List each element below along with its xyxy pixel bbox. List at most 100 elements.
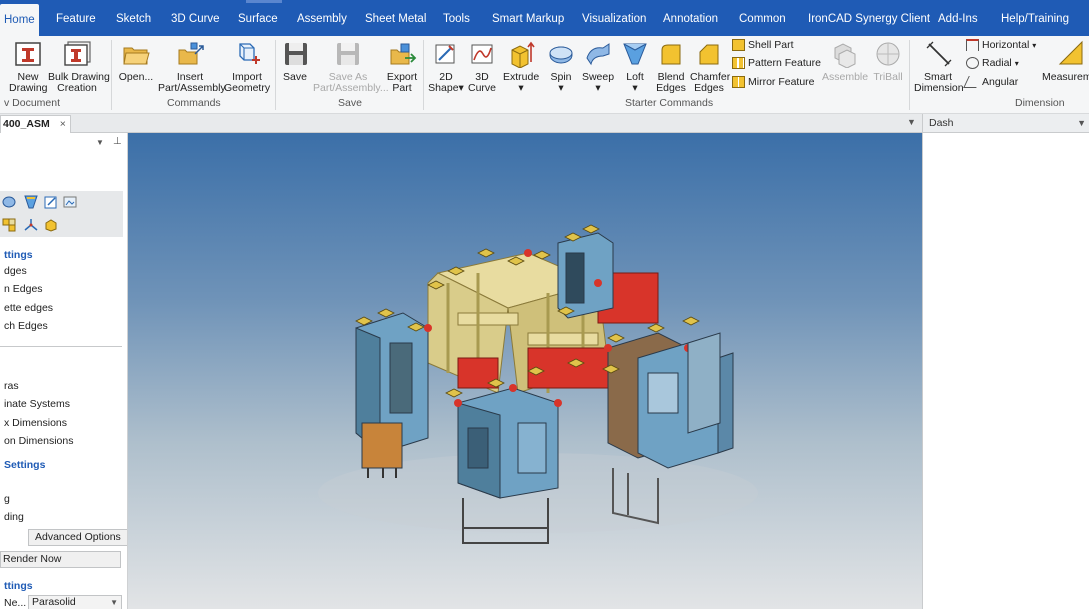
option-shading[interactable]: ding [4,511,24,523]
axis-tool-icon[interactable] [24,218,38,232]
triball-label: TriBall [873,71,903,83]
option-position-dimensions[interactable]: on Dimensions [4,435,73,447]
tab-visualization[interactable]: Visualization [582,0,646,36]
sweep-button[interactable]: Sweep ▾ [581,40,615,94]
render-now-button[interactable]: Render Now [0,551,121,568]
shell-part-button[interactable]: Shell Part [732,39,794,51]
open-button[interactable]: Open... [117,40,155,83]
save-button[interactable]: Save [281,40,309,83]
angular-dimension-button[interactable]: Angular [963,76,1018,88]
part-tool-icon[interactable] [44,218,58,232]
spin-tool-icon[interactable] [2,195,16,209]
spin-button[interactable]: Spin ▾ [545,40,577,94]
advanced-options-button[interactable]: Advanced Options [28,529,127,546]
tab-home[interactable]: Home [0,4,39,36]
option-coordinate-systems[interactable]: inate Systems [4,398,70,410]
pattern-feature-button[interactable]: Pattern Feature [732,57,821,69]
tab-ironcad-synergy-client[interactable]: IronCAD Synergy Client [808,0,930,36]
save-as-part-assembly-button[interactable]: Save As Part/Assembly... [313,40,389,94]
horizontal-dimension-button[interactable]: Horizontal ▾ [966,39,1036,51]
save-as-label: Save As Part/Assembly... [313,71,389,94]
blend-edges-label: Blend Edges [656,71,686,94]
format-select-value: Parasolid [32,596,76,608]
new-drawing-button[interactable]: New Drawing [9,40,48,94]
shell-part-icon [732,39,745,51]
chamfer-edges-icon [699,44,719,65]
group-label-starter-commands: Starter Commands [625,97,714,109]
option-box-dimensions[interactable]: x Dimensions [4,417,67,429]
assembly-tool-icon[interactable] [2,218,16,232]
chevron-down-icon[interactable]: ▼ [1077,114,1086,133]
2d-shape-icon [435,44,455,64]
tab-feature[interactable]: Feature [56,0,96,36]
close-tab-icon[interactable]: × [60,118,66,130]
smart-dimension-button[interactable]: Smart Dimension [914,40,964,94]
bulk-drawing-icon [64,41,91,66]
extrude-icon [511,41,535,68]
import-geometry-button[interactable]: Import Geometry [224,40,270,94]
tab-common[interactable]: Common [739,0,786,36]
tab-smart-markup[interactable]: Smart Markup [492,0,564,36]
import-geometry-label: Import Geometry [224,71,271,94]
3d-curve-button[interactable]: 3D Curve [467,40,497,94]
option-edges[interactable]: dges [4,265,27,277]
tab-surface[interactable]: Surface [238,0,278,36]
pattern-feature-icon [732,57,745,69]
dash-panel-header[interactable]: Dash ▼ [923,114,1089,133]
group-label-dimension: Dimension [1015,97,1065,109]
document-tab-strip [0,114,922,133]
save-disk-icon [285,43,307,65]
tab-add-ins[interactable]: Add-Ins [938,0,978,36]
save-label: Save [283,71,307,83]
ribbon-separator [909,40,910,110]
option-smooth-edges[interactable]: n Edges [4,283,43,295]
display-settings-heading: ttings [4,249,33,261]
tab-tools[interactable]: Tools [443,0,470,36]
export-part-label: Export Part [386,71,418,94]
document-tab[interactable]: 400_ASM × [0,115,71,133]
image-tool-icon[interactable] [63,195,77,209]
triball-button[interactable]: TriBall [872,40,904,83]
2d-shape-button[interactable]: 2D Shape▾ [428,40,464,94]
radial-dimension-button[interactable]: Radial ▾ [966,57,1019,69]
panel-dropdown-icon[interactable]: ▼ [96,138,104,147]
tab-sketch[interactable]: Sketch [116,0,151,36]
mirror-feature-icon [732,76,745,88]
assemble-button[interactable]: Assemble [822,40,868,83]
export-part-button[interactable]: Export Part [386,40,418,94]
bulk-drawing-label: Bulk Drawing Creation [48,71,110,94]
loft-button[interactable]: Loft ▾ [620,40,650,94]
3d-curve-label: 3D Curve [467,71,496,94]
tab-help-training[interactable]: Help/Training [1001,0,1069,36]
3d-viewport[interactable] [128,133,922,609]
loft-tool-icon[interactable] [24,195,38,209]
bulk-drawing-creation-button[interactable]: Bulk Drawing Creation [48,40,110,94]
insert-part-label: Insert Part/Assembly [158,71,226,94]
option-silhouette-edges[interactable]: ette edges [4,302,53,314]
mirror-feature-button[interactable]: Mirror Feature [732,76,815,88]
document-list-dropdown-icon[interactable]: ▼ [907,117,916,127]
extrude-button[interactable]: Extrude ▾ [503,40,539,94]
option-rendering[interactable]: g [4,493,10,505]
tab-sheet-metal[interactable]: Sheet Metal [365,0,426,36]
back-cabinet [557,232,614,319]
chamfer-edges-button[interactable]: Chamfer Edges [690,40,730,94]
pin-icon[interactable]: ⊥ [113,136,122,147]
spin-label: Spin ▾ [550,71,572,94]
option-sketch-edges[interactable]: ch Edges [4,320,48,332]
dash-panel-title: Dash [929,117,954,129]
insert-part-assembly-button[interactable]: Insert Part/Assembly [158,40,226,94]
format-select[interactable]: Parasolid ▼ [28,595,122,609]
new-drawing-label: New Drawing [9,71,48,94]
tab-assembly[interactable]: Assembly [297,0,347,36]
mirror-feature-label: Mirror Feature [748,76,815,88]
sweep-icon [586,43,610,66]
edit-tool-icon[interactable] [44,195,58,209]
loft-label: Loft ▾ [626,71,644,94]
option-cameras[interactable]: ras [4,380,19,392]
2d-shape-label: 2D Shape▾ [428,71,464,94]
measurement-button[interactable]: Measurem [1042,40,1089,83]
tab-annotation[interactable]: Annotation [663,0,718,36]
tab-3d-curve[interactable]: 3D Curve [171,0,220,36]
blend-edges-button[interactable]: Blend Edges [655,40,687,94]
